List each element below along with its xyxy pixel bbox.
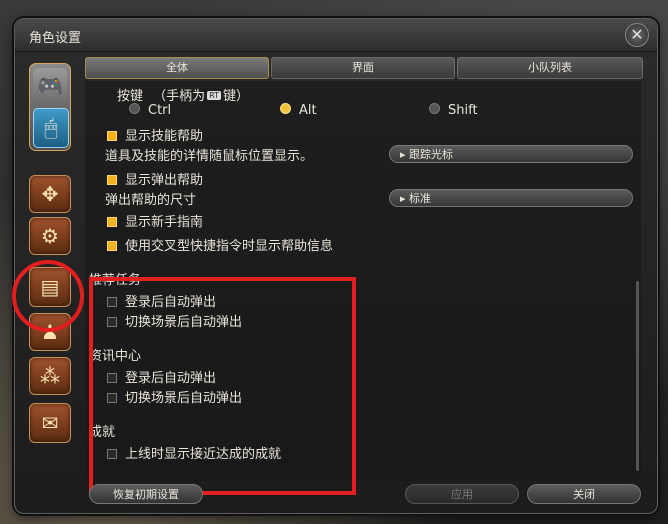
item-skill-detail-value: 跟踪光标 xyxy=(409,148,454,161)
newbie-guide-checkbox[interactable]: 显示新手指南 xyxy=(107,211,203,230)
skill-help-label: 显示技能帮助 xyxy=(125,129,204,144)
close-button[interactable]: 关闭 xyxy=(527,484,641,504)
checkbox-popup-help[interactable] xyxy=(107,175,117,185)
window-title: 角色设置 xyxy=(29,31,82,46)
chat-bubble-icon[interactable]: ✉ xyxy=(29,403,71,443)
gear-bag-icon[interactable]: ⚙ xyxy=(29,217,71,255)
popup-size-value: 标准 xyxy=(409,192,432,205)
popup-help-checkbox[interactable]: 显示弹出帮助 xyxy=(107,169,203,188)
scrollbar[interactable] xyxy=(636,281,639,471)
highlight-box-annotation xyxy=(89,277,356,495)
skill-help-checkbox[interactable]: 显示技能帮助 xyxy=(107,125,203,144)
checkbox-skill-help[interactable] xyxy=(107,131,117,141)
newbie-guide-label: 显示新手指南 xyxy=(125,215,204,230)
reset-defaults-button[interactable]: 恢复初期设置 xyxy=(89,484,203,504)
popup-help-label: 显示弹出帮助 xyxy=(125,173,204,188)
checkbox-newbie-guide[interactable] xyxy=(107,217,117,227)
input-mode-toggle[interactable]: 🎮 🖱 xyxy=(29,63,71,151)
apply-button[interactable]: 应用 xyxy=(405,484,519,504)
keybind-label: 按键 xyxy=(117,89,144,104)
radio-alt[interactable]: Alt xyxy=(280,103,317,118)
close-icon[interactable]: ✕ xyxy=(625,23,649,47)
gamepad-icon[interactable]: 🎮 xyxy=(33,68,67,106)
character-settings-window: 角色设置 ✕ 🎮 🖱 ✥ ⚙ ▤ ♟ ⁂ ✉ 全体 界面 小队列表 按键 （手柄… xyxy=(12,18,658,514)
radio-shift[interactable]: Shift xyxy=(429,103,478,118)
cross-hotbar-help-label: 使用交叉型快捷指令时显示帮助信息 xyxy=(125,239,334,254)
tab-interface[interactable]: 界面 xyxy=(271,57,455,79)
expand-arrows-icon[interactable]: ✥ xyxy=(29,175,71,213)
keybind-row: 按键 （手柄为 RT 键） xyxy=(117,85,249,104)
tab-bar: 全体 界面 小队列表 xyxy=(85,57,643,79)
cross-hotbar-help-checkbox[interactable]: 使用交叉型快捷指令时显示帮助信息 xyxy=(107,235,333,254)
highlight-circle-annotation xyxy=(12,260,84,332)
title-bar[interactable]: 角色设置 ✕ xyxy=(15,19,657,52)
hotbar-icon[interactable]: ⁂ xyxy=(29,357,71,395)
keybind-hint-prefix: （手柄为 xyxy=(153,89,206,104)
rt-badge: RT xyxy=(207,91,222,100)
radio-alt-indicator[interactable] xyxy=(280,103,291,114)
radio-ctrl-indicator[interactable] xyxy=(129,103,140,114)
radio-ctrl[interactable]: Ctrl xyxy=(129,103,171,118)
checkbox-cross-hotbar-help[interactable] xyxy=(107,241,117,251)
popup-size-dropdown[interactable]: ▸ 标准 xyxy=(389,189,633,207)
tab-party-list[interactable]: 小队列表 xyxy=(457,57,643,79)
keybind-hint-suffix: 键） xyxy=(223,89,250,104)
mouse-icon[interactable]: 🖱 xyxy=(33,108,69,148)
radio-ctrl-label: Ctrl xyxy=(148,103,172,118)
radio-shift-indicator[interactable] xyxy=(429,103,440,114)
item-skill-detail-dropdown[interactable]: ▸ 跟踪光标 xyxy=(389,145,633,163)
radio-alt-label: Alt xyxy=(299,103,317,118)
tab-general[interactable]: 全体 xyxy=(85,57,269,79)
popup-size-label: 弹出帮助的尺寸 xyxy=(105,193,197,208)
radio-shift-label: Shift xyxy=(448,103,478,118)
item-skill-detail-label: 道具及技能的详情随鼠标位置显示。 xyxy=(105,149,314,164)
